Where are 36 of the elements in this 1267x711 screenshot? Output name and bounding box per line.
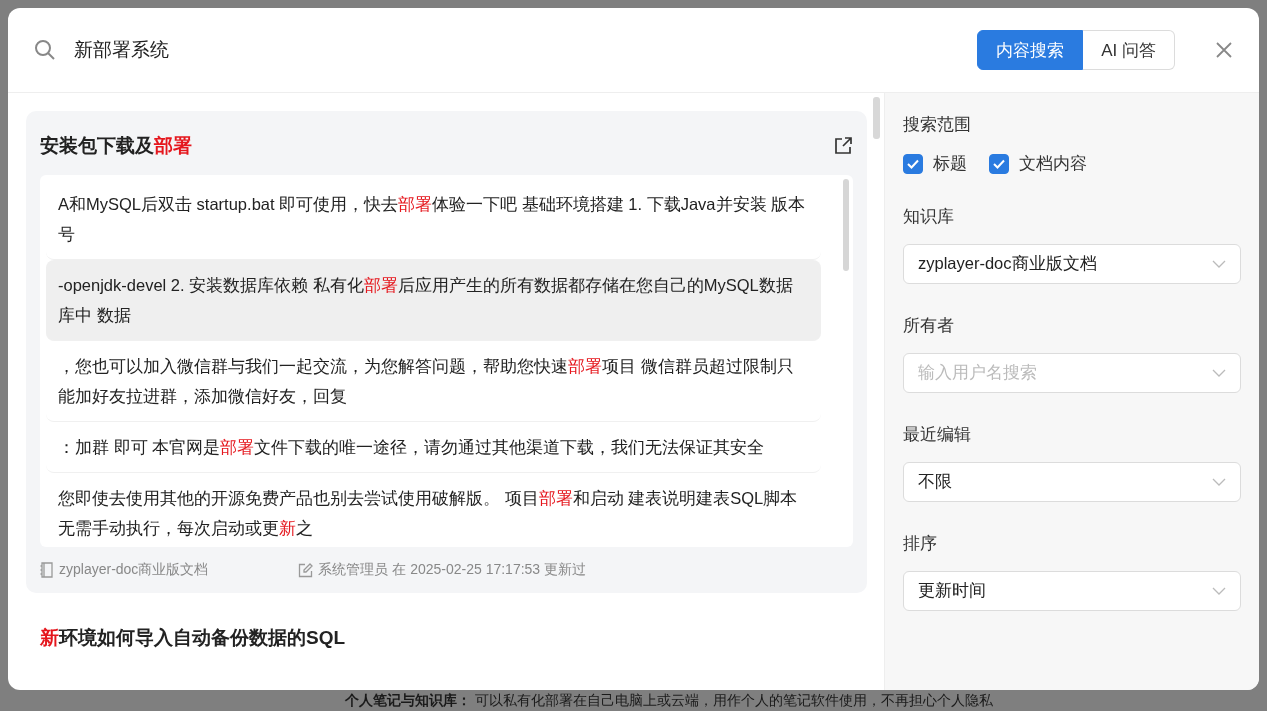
scrollbar-thumb[interactable] <box>843 179 849 271</box>
checkbox-box[interactable] <box>989 153 1009 174</box>
select-field[interactable]: 不限 <box>903 462 1241 502</box>
search-field[interactable]: 新部署系统 <box>74 39 960 61</box>
result-title[interactable]: 安装包下载及部署 <box>40 133 192 159</box>
close-icon[interactable] <box>1215 41 1233 59</box>
chevron-down-icon <box>1212 259 1226 269</box>
search-icon <box>34 39 56 61</box>
checkbox[interactable]: 标题 <box>903 152 967 175</box>
section-label: 搜索范围 <box>903 114 971 136</box>
field-label: 知识库 <box>903 206 954 228</box>
result-card[interactable] <box>26 111 867 593</box>
scrollbar-thumb[interactable] <box>873 97 880 139</box>
edit-icon <box>298 562 314 578</box>
snippet-text[interactable]: -openjdk-devel 2. 安装数据库依赖 私有化部署后应用产生的所有数据都存储在您自己的MySQL数据库中 数据 <box>46 260 821 341</box>
book-icon <box>40 562 54 578</box>
result-title[interactable]: 新环境如何导入自动备份数据的SQL <box>40 625 346 651</box>
field-label: 所有者 <box>903 315 954 337</box>
update-info: 系统管理员 在 2025-02-25 17:17:53 更新过 <box>318 561 587 579</box>
snippet-text[interactable]: ，您也可以加入微信群与我们一起交流，为您解答问题，帮助您快速部署项目 微信群员超过限制只能加好友拉进群，添加微信好友，回复 <box>46 341 821 422</box>
chevron-down-icon <box>1212 586 1226 596</box>
select-field[interactable]: 更新时间 <box>903 571 1241 611</box>
field-label: 最近编辑 <box>903 424 971 446</box>
field-label: 排序 <box>903 533 937 555</box>
checkbox-box[interactable] <box>903 153 923 174</box>
checkbox[interactable]: 文档内容 <box>989 152 1087 175</box>
external-link-icon[interactable] <box>833 136 853 156</box>
background-text: 个人笔记与知识库： 可以私有化部署在自己电脑上或云端，用作个人的笔记软件使用，不再担心个人隐私 <box>344 691 994 709</box>
snippet-text[interactable]: ：加群 即可 本官网是部署文件下载的唯一途径，请勿通过其他渠道下载，我们无法保证其安全 <box>46 422 821 473</box>
chevron-down-icon <box>1212 477 1226 487</box>
select-field[interactable]: zyplayer-doc商业版文档 <box>903 244 1241 284</box>
tab[interactable]: AI 问答 <box>1083 30 1175 70</box>
space-name: zyplayer-doc商业版文档 <box>59 561 209 579</box>
chevron-down-icon <box>1212 368 1226 378</box>
tab[interactable]: 内容搜索 <box>977 30 1084 70</box>
snippet-text[interactable]: 您即使去使用其他的开源免费产品也别去尝试使用破解版。 项目部署和启动 建表说明建表SQL脚本无需手动执行，每次启动或更新之 <box>46 473 821 547</box>
